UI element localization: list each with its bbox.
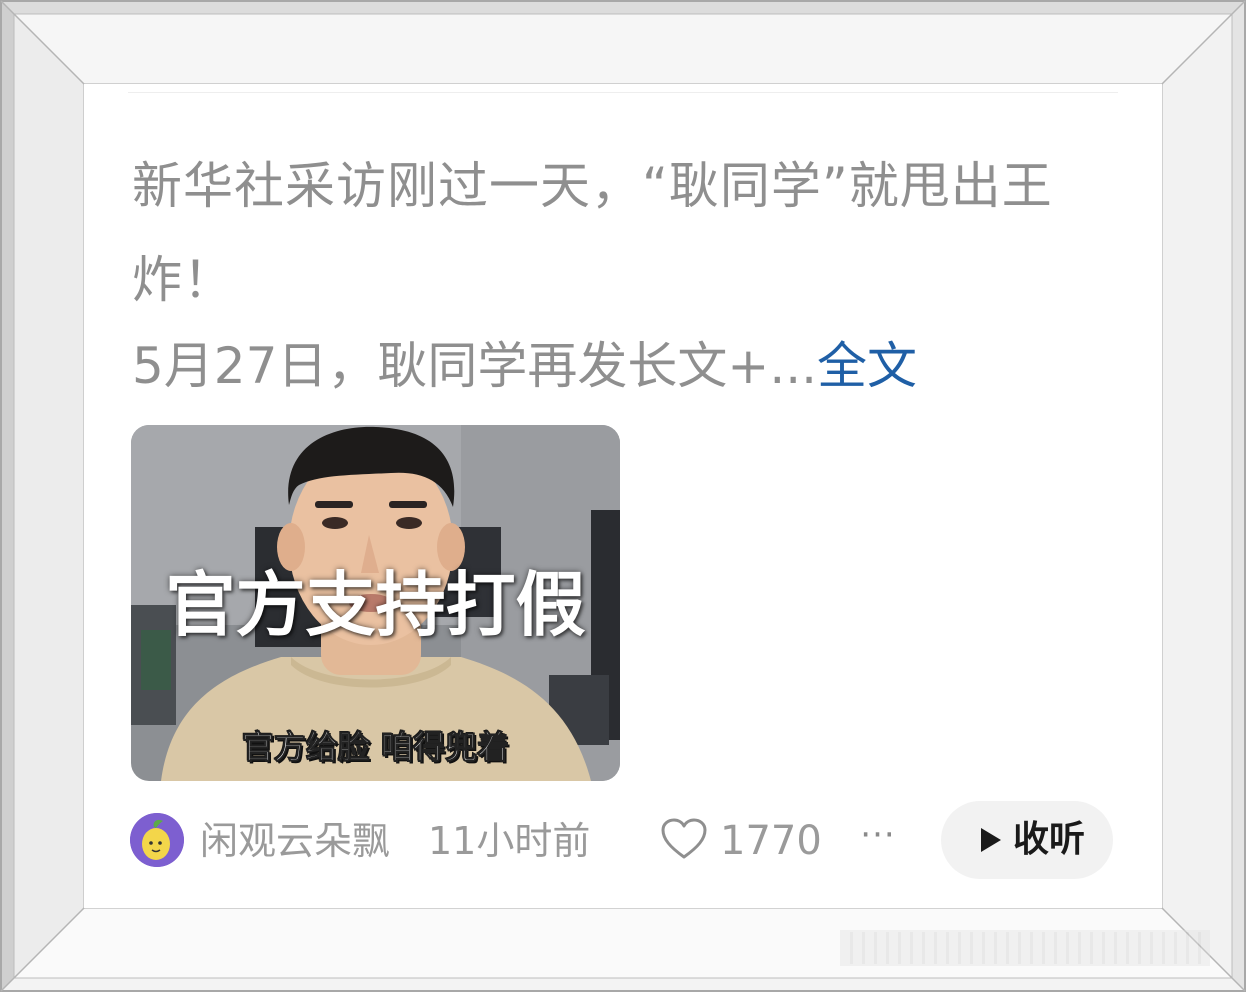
post-title[interactable]: 新华社采访刚过一天，“耿同学”就甩出王炸！ bbox=[132, 139, 1092, 327]
heart-icon bbox=[661, 818, 707, 859]
post-summary[interactable]: 5月27日，耿同学再发长文+...全文 bbox=[132, 329, 1132, 403]
author-avatar[interactable] bbox=[130, 813, 184, 867]
fulltext-link[interactable]: 全文 bbox=[817, 337, 917, 395]
lemon-avatar-icon bbox=[130, 813, 184, 867]
summary-text: 5月27日，耿同学再发长文+... bbox=[132, 337, 818, 395]
feed-card[interactable]: 新华社采访刚过一天，“耿同学”就甩出王炸！ 5月27日，耿同学再发长文+...全… bbox=[84, 84, 1162, 908]
listen-label: 收听 bbox=[1013, 819, 1086, 860]
thumbnail-caption: 官方支持打假 bbox=[165, 564, 586, 646]
post-time: 11小时前 bbox=[428, 819, 591, 863]
author-name[interactable]: 闲观云朵飘 bbox=[200, 815, 390, 867]
video-thumbnail[interactable]: 官方支持打假 官方给脸 咱得兜着 bbox=[131, 425, 620, 781]
listen-button[interactable]: 收听 bbox=[941, 801, 1113, 879]
like-count: 1770 bbox=[720, 818, 822, 864]
play-icon bbox=[981, 828, 1001, 852]
post-meta-bar: 闲观云朵飘 11小时前 1770 ··· 收听 bbox=[130, 801, 1130, 879]
divider bbox=[128, 92, 1118, 93]
more-icon[interactable]: ··· bbox=[856, 813, 900, 863]
thumbnail-subtitle: 官方给脸 咱得兜着 bbox=[241, 728, 510, 767]
